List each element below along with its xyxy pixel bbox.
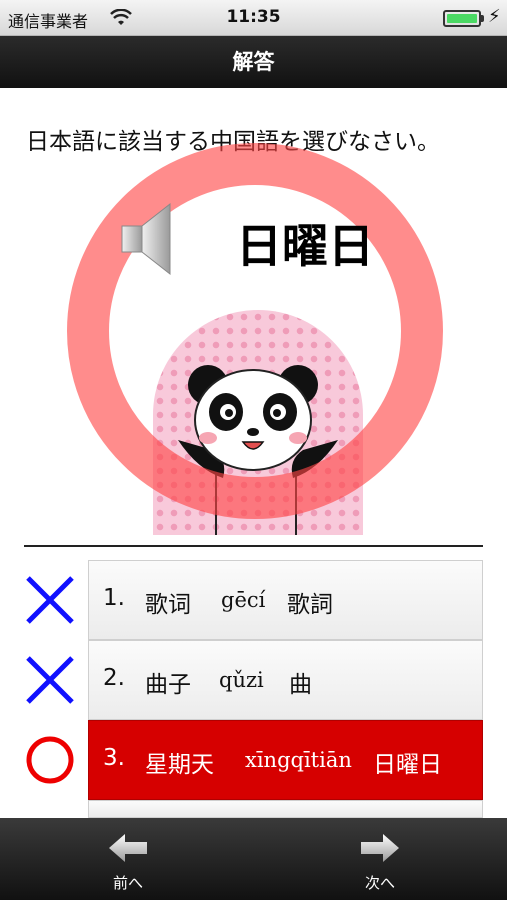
choice-japanese: 日曜日 [373, 752, 442, 778]
charging-icon: ⚡ [488, 6, 501, 27]
choice-chinese: 曲子 [145, 672, 191, 698]
speaker-icon[interactable] [120, 200, 176, 278]
nav-bar: 解答 [0, 36, 507, 88]
next-label: 次へ [364, 874, 395, 892]
choice-pinyin: qǔzi [219, 668, 264, 692]
choice-number: 3. [103, 745, 125, 771]
battery-tip [481, 15, 484, 22]
question-word: 日曜日 [236, 219, 374, 273]
next-button[interactable]: 次へ [320, 818, 440, 900]
arrow-left-icon [109, 834, 147, 862]
choice-number: 1. [103, 585, 125, 611]
choice-1[interactable]: 1. 歌词 gēcí 歌詞 [88, 560, 483, 640]
choice-pinyin: gēcí [221, 588, 266, 612]
choice-japanese: 曲 [289, 672, 312, 698]
choice-chinese: 歌词 [145, 592, 191, 618]
choice-pinyin: xīngqītiān [245, 748, 352, 772]
prev-label: 前へ [112, 874, 143, 892]
page-title: 解答 [232, 50, 275, 74]
arrow-right-icon [361, 834, 399, 862]
cross-icon [26, 656, 74, 704]
status-bar: 通信事業者 11:35 ⚡ [0, 0, 507, 36]
choice-3[interactable]: 3. 星期天 xīngqītiān 日曜日 [88, 720, 483, 800]
cross-icon [26, 576, 74, 624]
choice-number: 2. [103, 665, 125, 691]
battery-icon [443, 10, 481, 27]
circle-icon [26, 736, 74, 784]
choice-japanese: 歌詞 [287, 592, 333, 618]
clock: 11:35 [226, 7, 281, 27]
choice-4-partial[interactable] [88, 800, 483, 818]
divider [24, 545, 483, 547]
choice-chinese: 星期天 [145, 752, 214, 778]
prev-button[interactable]: 前へ [68, 818, 188, 900]
tab-bar: 前へ 次へ [0, 818, 507, 900]
choice-2[interactable]: 2. 曲子 qǔzi 曲 [88, 640, 483, 720]
